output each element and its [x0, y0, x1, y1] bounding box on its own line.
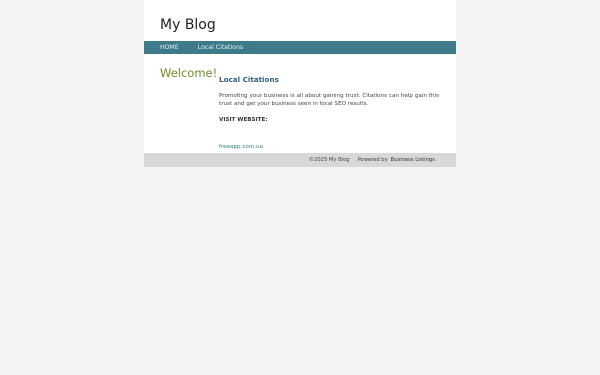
article-title[interactable]: Local Citations — [219, 75, 439, 84]
visit-website-link[interactable]: freeapp.com.ua — [219, 144, 263, 150]
footer-copyright: ©2025 My Blog — [308, 157, 350, 163]
site-title[interactable]: My Blog — [160, 16, 216, 34]
main-content: Welcome! Local Citations Promoting your … — [144, 54, 456, 153]
site-footer: ©2025 My Blog Powered by Business Listin… — [144, 153, 456, 167]
visit-website-label: VISIT WEBSITE: — [219, 117, 268, 123]
nav-item-home[interactable]: HOME — [160, 41, 179, 54]
nav-item-local-citations[interactable]: Local Citations — [198, 41, 243, 54]
page-container: My Blog HOME Local Citations Welcome! Lo… — [144, 0, 456, 167]
main-nav: HOME Local Citations — [144, 41, 456, 54]
welcome-heading: Welcome! — [160, 66, 218, 80]
site-header: My Blog — [144, 0, 456, 41]
article-body: Promoting your business is all about gai… — [219, 93, 439, 107]
article: Local Citations Promoting your business … — [219, 75, 439, 152]
footer-powered-link[interactable]: Business Listings — [391, 157, 435, 163]
footer-powered-prefix: Powered by — [357, 157, 388, 163]
